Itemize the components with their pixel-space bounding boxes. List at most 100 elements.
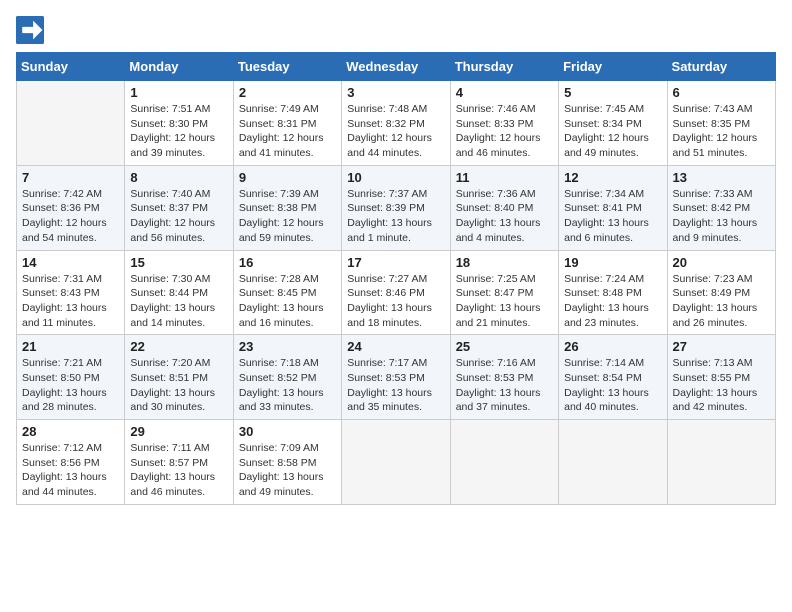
calendar-cell: 7 Sunrise: 7:42 AMSunset: 8:36 PMDaylight…: [17, 165, 125, 250]
calendar-week-5: 28 Sunrise: 7:12 AMSunset: 8:56 PMDayligh…: [17, 420, 776, 505]
day-number: 21: [22, 339, 119, 354]
logo: [16, 16, 48, 44]
calendar-cell: 4 Sunrise: 7:46 AMSunset: 8:33 PMDaylight…: [450, 81, 558, 166]
day-number: 10: [347, 170, 444, 185]
day-number: 20: [673, 255, 770, 270]
calendar-cell: 14 Sunrise: 7:31 AMSunset: 8:43 PMDayligh…: [17, 250, 125, 335]
day-number: 5: [564, 85, 661, 100]
cell-info: Sunrise: 7:17 AMSunset: 8:53 PMDaylight:…: [347, 356, 444, 415]
day-number: 25: [456, 339, 553, 354]
day-number: 14: [22, 255, 119, 270]
day-number: 13: [673, 170, 770, 185]
day-number: 2: [239, 85, 336, 100]
cell-info: Sunrise: 7:18 AMSunset: 8:52 PMDaylight:…: [239, 356, 336, 415]
cell-info: Sunrise: 7:11 AMSunset: 8:57 PMDaylight:…: [130, 441, 227, 500]
cell-info: Sunrise: 7:24 AMSunset: 8:48 PMDaylight:…: [564, 272, 661, 331]
logo-icon: [16, 16, 44, 44]
cell-info: Sunrise: 7:34 AMSunset: 8:41 PMDaylight:…: [564, 187, 661, 246]
calendar-cell: 8 Sunrise: 7:40 AMSunset: 8:37 PMDaylight…: [125, 165, 233, 250]
calendar-cell: 1 Sunrise: 7:51 AMSunset: 8:30 PMDaylight…: [125, 81, 233, 166]
cell-info: Sunrise: 7:30 AMSunset: 8:44 PMDaylight:…: [130, 272, 227, 331]
day-number: 1: [130, 85, 227, 100]
calendar-cell: 24 Sunrise: 7:17 AMSunset: 8:53 PMDayligh…: [342, 335, 450, 420]
cell-info: Sunrise: 7:23 AMSunset: 8:49 PMDaylight:…: [673, 272, 770, 331]
cell-info: Sunrise: 7:36 AMSunset: 8:40 PMDaylight:…: [456, 187, 553, 246]
calendar-cell: 25 Sunrise: 7:16 AMSunset: 8:53 PMDayligh…: [450, 335, 558, 420]
calendar-week-4: 21 Sunrise: 7:21 AMSunset: 8:50 PMDayligh…: [17, 335, 776, 420]
calendar-cell: 17 Sunrise: 7:27 AMSunset: 8:46 PMDayligh…: [342, 250, 450, 335]
cell-info: Sunrise: 7:27 AMSunset: 8:46 PMDaylight:…: [347, 272, 444, 331]
calendar-cell: 13 Sunrise: 7:33 AMSunset: 8:42 PMDayligh…: [667, 165, 775, 250]
calendar-cell: [667, 420, 775, 505]
calendar-cell: 2Sunrise: 7:49 AMSunset: 8:31 PMDaylight…: [233, 81, 341, 166]
cell-info: Sunrise: 7:16 AMSunset: 8:53 PMDaylight:…: [456, 356, 553, 415]
cell-info: Sunrise: 7:12 AMSunset: 8:56 PMDaylight:…: [22, 441, 119, 500]
day-number: 29: [130, 424, 227, 439]
cell-info: Sunrise: 7:45 AMSunset: 8:34 PMDaylight:…: [564, 102, 661, 161]
weekday-header-saturday: Saturday: [667, 53, 775, 81]
cell-info: Sunrise: 7:46 AMSunset: 8:33 PMDaylight:…: [456, 102, 553, 161]
cell-info: Sunrise: 7:20 AMSunset: 8:51 PMDaylight:…: [130, 356, 227, 415]
weekday-header-tuesday: Tuesday: [233, 53, 341, 81]
calendar-cell: 19Sunrise: 7:24 AMSunset: 8:48 PMDayligh…: [559, 250, 667, 335]
calendar-cell: 10 Sunrise: 7:37 AMSunset: 8:39 PMDayligh…: [342, 165, 450, 250]
day-number: 9: [239, 170, 336, 185]
day-number: 6: [673, 85, 770, 100]
weekday-header-friday: Friday: [559, 53, 667, 81]
cell-info: Sunrise: 7:13 AMSunset: 8:55 PMDaylight:…: [673, 356, 770, 415]
calendar-cell: 6 Sunrise: 7:43 AMSunset: 8:35 PMDaylight…: [667, 81, 775, 166]
day-number: 8: [130, 170, 227, 185]
calendar-cell: 16 Sunrise: 7:28 AMSunset: 8:45 PMDayligh…: [233, 250, 341, 335]
calendar-cell: 20 Sunrise: 7:23 AMSunset: 8:49 PMDayligh…: [667, 250, 775, 335]
calendar-cell: 21 Sunrise: 7:21 AMSunset: 8:50 PMDayligh…: [17, 335, 125, 420]
cell-info: Sunrise: 7:48 AMSunset: 8:32 PMDaylight:…: [347, 102, 444, 161]
calendar-cell: 3 Sunrise: 7:48 AMSunset: 8:32 PMDaylight…: [342, 81, 450, 166]
calendar-cell: 23 Sunrise: 7:18 AMSunset: 8:52 PMDayligh…: [233, 335, 341, 420]
weekday-header-sunday: Sunday: [17, 53, 125, 81]
day-number: 23: [239, 339, 336, 354]
day-number: 11: [456, 170, 553, 185]
calendar-cell: 18 Sunrise: 7:25 AMSunset: 8:47 PMDayligh…: [450, 250, 558, 335]
cell-info: Sunrise: 7:33 AMSunset: 8:42 PMDaylight:…: [673, 187, 770, 246]
weekday-header-wednesday: Wednesday: [342, 53, 450, 81]
calendar-cell: 9Sunrise: 7:39 AMSunset: 8:38 PMDaylight…: [233, 165, 341, 250]
cell-info: Sunrise: 7:25 AMSunset: 8:47 PMDaylight:…: [456, 272, 553, 331]
cell-info: Sunrise: 7:37 AMSunset: 8:39 PMDaylight:…: [347, 187, 444, 246]
cell-info: Sunrise: 7:28 AMSunset: 8:45 PMDaylight:…: [239, 272, 336, 331]
calendar-cell: 26Sunrise: 7:14 AMSunset: 8:54 PMDayligh…: [559, 335, 667, 420]
day-number: 12: [564, 170, 661, 185]
day-number: 28: [22, 424, 119, 439]
day-number: 15: [130, 255, 227, 270]
calendar-cell: 27Sunrise: 7:13 AMSunset: 8:55 PMDayligh…: [667, 335, 775, 420]
weekday-header-row: SundayMondayTuesdayWednesdayThursdayFrid…: [17, 53, 776, 81]
calendar-cell: 29 Sunrise: 7:11 AMSunset: 8:57 PMDayligh…: [125, 420, 233, 505]
day-number: 18: [456, 255, 553, 270]
calendar-table: SundayMondayTuesdayWednesdayThursdayFrid…: [16, 52, 776, 505]
day-number: 30: [239, 424, 336, 439]
calendar-cell: [342, 420, 450, 505]
day-number: 24: [347, 339, 444, 354]
cell-info: Sunrise: 7:40 AMSunset: 8:37 PMDaylight:…: [130, 187, 227, 246]
calendar-cell: [17, 81, 125, 166]
calendar-cell: 12 Sunrise: 7:34 AMSunset: 8:41 PMDayligh…: [559, 165, 667, 250]
cell-info: Sunrise: 7:51 AMSunset: 8:30 PMDaylight:…: [130, 102, 227, 161]
day-number: 17: [347, 255, 444, 270]
cell-info: Sunrise: 7:09 AMSunset: 8:58 PMDaylight:…: [239, 441, 336, 500]
day-number: 4: [456, 85, 553, 100]
cell-info: Sunrise: 7:31 AMSunset: 8:43 PMDaylight:…: [22, 272, 119, 331]
cell-info: Sunrise: 7:42 AMSunset: 8:36 PMDaylight:…: [22, 187, 119, 246]
calendar-cell: 28 Sunrise: 7:12 AMSunset: 8:56 PMDayligh…: [17, 420, 125, 505]
weekday-header-thursday: Thursday: [450, 53, 558, 81]
calendar-week-2: 7 Sunrise: 7:42 AMSunset: 8:36 PMDaylight…: [17, 165, 776, 250]
calendar-cell: 15 Sunrise: 7:30 AMSunset: 8:44 PMDayligh…: [125, 250, 233, 335]
calendar-week-3: 14 Sunrise: 7:31 AMSunset: 8:43 PMDayligh…: [17, 250, 776, 335]
calendar-cell: 5 Sunrise: 7:45 AMSunset: 8:34 PMDaylight…: [559, 81, 667, 166]
cell-info: Sunrise: 7:21 AMSunset: 8:50 PMDaylight:…: [22, 356, 119, 415]
cell-info: Sunrise: 7:43 AMSunset: 8:35 PMDaylight:…: [673, 102, 770, 161]
calendar-cell: 30 Sunrise: 7:09 AMSunset: 8:58 PMDayligh…: [233, 420, 341, 505]
day-number: 3: [347, 85, 444, 100]
page-header: [16, 16, 776, 44]
weekday-header-monday: Monday: [125, 53, 233, 81]
day-number: 16: [239, 255, 336, 270]
day-number: 7: [22, 170, 119, 185]
